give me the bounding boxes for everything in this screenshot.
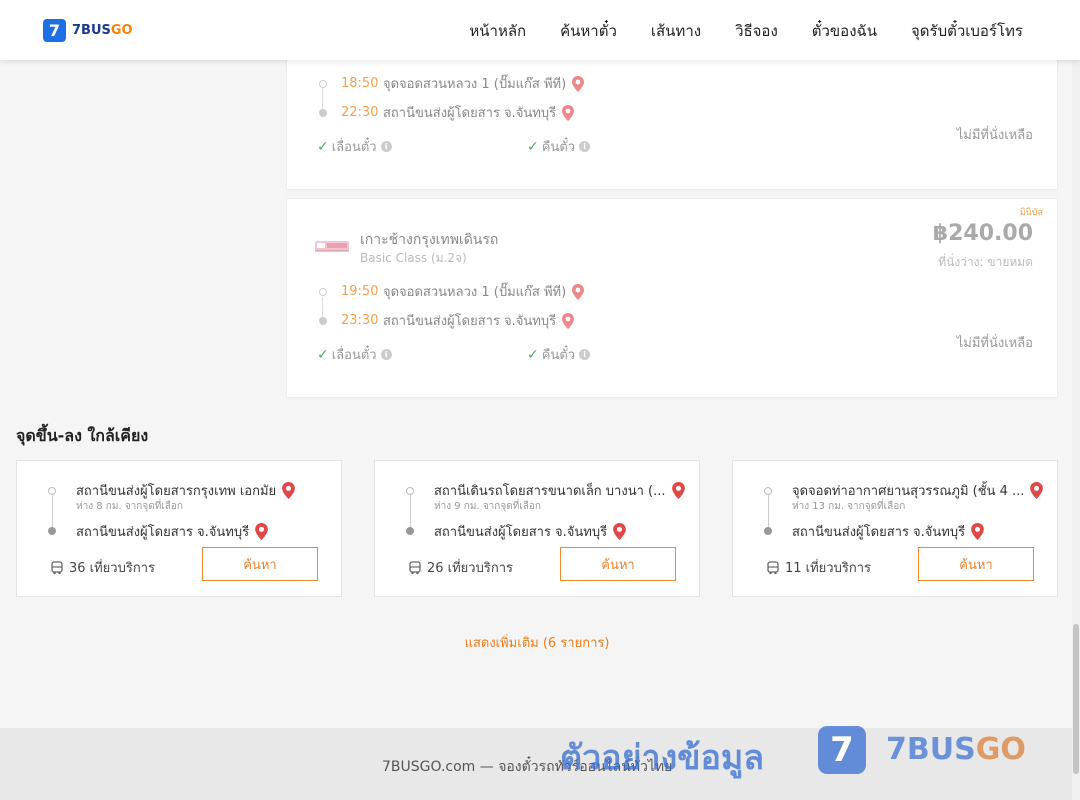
map-pin-icon[interactable] (613, 523, 626, 540)
check-icon: ✓ (317, 346, 329, 363)
availability-text: ไม่มีที่นั่งเหลือ (956, 128, 1033, 143)
watermark-logo-mark: 7 (818, 726, 866, 774)
trip-card[interactable]: มินิบัส เกาะช้างกรุงเทพเดินรถ Basic Clas… (286, 198, 1058, 398)
nav-home[interactable]: หน้าหลัก (469, 19, 526, 43)
main-nav: หน้าหลัก ค้นหาตั๋ว เส้นทาง วิธีจอง ตั๋วข… (469, 19, 1023, 43)
destination-dot (406, 527, 414, 535)
nearby-section-title: จุดขึ้น-ลง ใกล้เคียง (16, 426, 149, 445)
trip-card[interactable]: 18:50 จุดจอดสวนหลวง 1 (ปั๊มแก๊ส พีที) 22… (286, 56, 1058, 190)
bus-icon (767, 560, 779, 574)
map-pin-icon[interactable] (572, 283, 585, 300)
check-icon: ✓ (527, 138, 539, 155)
map-pin-icon[interactable] (1030, 482, 1044, 499)
map-pin-icon[interactable] (282, 482, 296, 499)
bus-icon (51, 560, 63, 574)
perk-reschedule: ✓ เลื่อนตั๋ว i (317, 136, 392, 157)
depart-place: จุดจอดสวนหลวง 1 (ปั๊มแก๊ส พีที) (383, 285, 567, 300)
trip-count: 36 เที่ยวบริการ (50, 557, 155, 578)
depart-stop: 19:50 จุดจอดสวนหลวง 1 (ปั๊มแก๊ส พีที) (319, 281, 585, 302)
top-header: 7 7BUSGO หน้าหลัก ค้นหาตั๋ว เส้นทาง วิธี… (0, 0, 1080, 60)
watermark-brand: 7BUSGO (886, 732, 1026, 767)
arrive-dot (319, 316, 327, 325)
arrive-place: สถานีขนส่งผู้โดยสาร จ.จันทบุรี (383, 314, 557, 329)
depart-dot (319, 79, 327, 88)
map-pin-icon[interactable] (562, 104, 575, 121)
nav-ticket-pickup[interactable]: จุดรับตั๋วเบอร์โทร (911, 19, 1023, 43)
ticket-price: ฿240.00 (932, 221, 1033, 246)
destination-station: สถานีขนส่งผู้โดยสาร จ.จันทบุรี (792, 521, 984, 542)
nearby-card: จุดจอดท่าอากาศยานสุวรรณภูมิ (ชั้น 4 ... … (732, 460, 1058, 597)
logo-brand: 7BUSGO (72, 23, 133, 38)
distance-text: ห่าง 8 กม. จากจุดที่เลือก (76, 501, 183, 512)
seat-status: ที่นั่งว่าง: ขายหมด (938, 255, 1033, 269)
nav-search-tickets[interactable]: ค้นหาตั๋ว (560, 19, 617, 43)
destination-dot (764, 527, 772, 535)
info-icon[interactable]: i (579, 141, 591, 152)
nav-routes[interactable]: เส้นทาง (651, 19, 701, 43)
perk-refund: ✓ คืนตั๋ว i (527, 136, 591, 157)
scrollbar-thumb[interactable] (1073, 624, 1079, 774)
depart-stop: 18:50 จุดจอดสวนหลวง 1 (ปั๊มแก๊ส พีที) (319, 73, 585, 94)
distance-text: ห่าง 13 กม. จากจุดที่เลือก (792, 501, 906, 512)
watermark-text: ตัวอย่างข้อมูล (560, 738, 765, 778)
info-icon[interactable]: i (579, 349, 591, 360)
route-line (52, 495, 53, 528)
distance-text: ห่าง 9 กม. จากจุดที่เลือก (434, 501, 541, 512)
trip-count: 11 เที่ยวบริการ (766, 557, 871, 578)
site-logo[interactable]: 7 7BUSGO (43, 19, 133, 42)
origin-dot (406, 487, 414, 495)
search-button[interactable]: ค้นหา (560, 547, 676, 581)
arrive-place: สถานีขนส่งผู้โดยสาร จ.จันทบุรี (383, 106, 557, 121)
origin-dot (48, 487, 56, 495)
availability-text: ไม่มีที่นั่งเหลือ (956, 336, 1033, 351)
trip-count: 26 เที่ยวบริการ (408, 557, 513, 578)
map-pin-icon[interactable] (572, 75, 585, 92)
check-icon: ✓ (527, 346, 539, 363)
arrive-time: 22:30 (341, 105, 379, 120)
depart-time: 18:50 (341, 76, 379, 91)
destination-station: สถานีขนส่งผู้โดยสาร จ.จันทบุรี (76, 521, 268, 542)
info-icon[interactable]: i (380, 349, 392, 360)
search-button[interactable]: ค้นหา (202, 547, 318, 581)
info-icon[interactable]: i (380, 141, 392, 152)
origin-station: สถานีขนส่งผู้โดยสารกรุงเทพ เอกมัย (76, 480, 296, 501)
arrive-dot (319, 108, 327, 117)
destination-station: สถานีขนส่งผู้โดยสาร จ.จันทบุรี (434, 521, 626, 542)
bus-class: Basic Class (ม.2จ) (360, 251, 467, 265)
page-scrollbar[interactable] (1072, 0, 1080, 800)
perk-reschedule: ✓ เลื่อนตั๋ว i (317, 344, 392, 365)
nav-my-tickets[interactable]: ตั๋วของฉัน (812, 19, 877, 43)
destination-dot (48, 527, 56, 535)
map-pin-icon[interactable] (971, 523, 984, 540)
bus-icon (409, 560, 421, 574)
operator-logo-icon (315, 241, 349, 252)
depart-time: 19:50 (341, 284, 379, 299)
arrive-time: 23:30 (341, 313, 379, 328)
operator-name: เกาะช้างกรุงเทพเดินรถ (360, 232, 499, 248)
depart-place: จุดจอดสวนหลวง 1 (ปั๊มแก๊ส พีที) (383, 77, 567, 92)
map-pin-icon[interactable] (255, 523, 268, 540)
route-line (410, 495, 411, 528)
origin-station: จุดจอดท่าอากาศยานสุวรรณภูมิ (ชั้น 4 ... (792, 480, 1044, 501)
route-line (768, 495, 769, 528)
search-button[interactable]: ค้นหา (918, 547, 1034, 581)
depart-dot (319, 287, 327, 296)
show-more-link[interactable]: แสดงเพิ่มเติม (6 รายการ) (0, 632, 1074, 653)
map-pin-icon[interactable] (671, 482, 685, 499)
map-pin-icon[interactable] (562, 312, 575, 329)
logo-mark: 7 (43, 19, 66, 42)
nearby-card: สถานีเดินรถโดยสารขนาดเล็ก บางนา (... ห่า… (374, 460, 700, 597)
origin-dot (764, 487, 772, 495)
nav-how-to-book[interactable]: วิธีจอง (735, 19, 778, 43)
origin-station: สถานีเดินรถโดยสารขนาดเล็ก บางนา (... (434, 480, 685, 501)
perk-refund: ✓ คืนตั๋ว i (527, 344, 591, 365)
promo-badge: มินิบัส (1019, 208, 1043, 218)
arrive-stop: 23:30 สถานีขนส่งผู้โดยสาร จ.จันทบุรี (319, 310, 575, 331)
check-icon: ✓ (317, 138, 329, 155)
arrive-stop: 22:30 สถานีขนส่งผู้โดยสาร จ.จันทบุรี (319, 102, 575, 123)
nearby-card: สถานีขนส่งผู้โดยสารกรุงเทพ เอกมัย ห่าง 8… (16, 460, 342, 597)
